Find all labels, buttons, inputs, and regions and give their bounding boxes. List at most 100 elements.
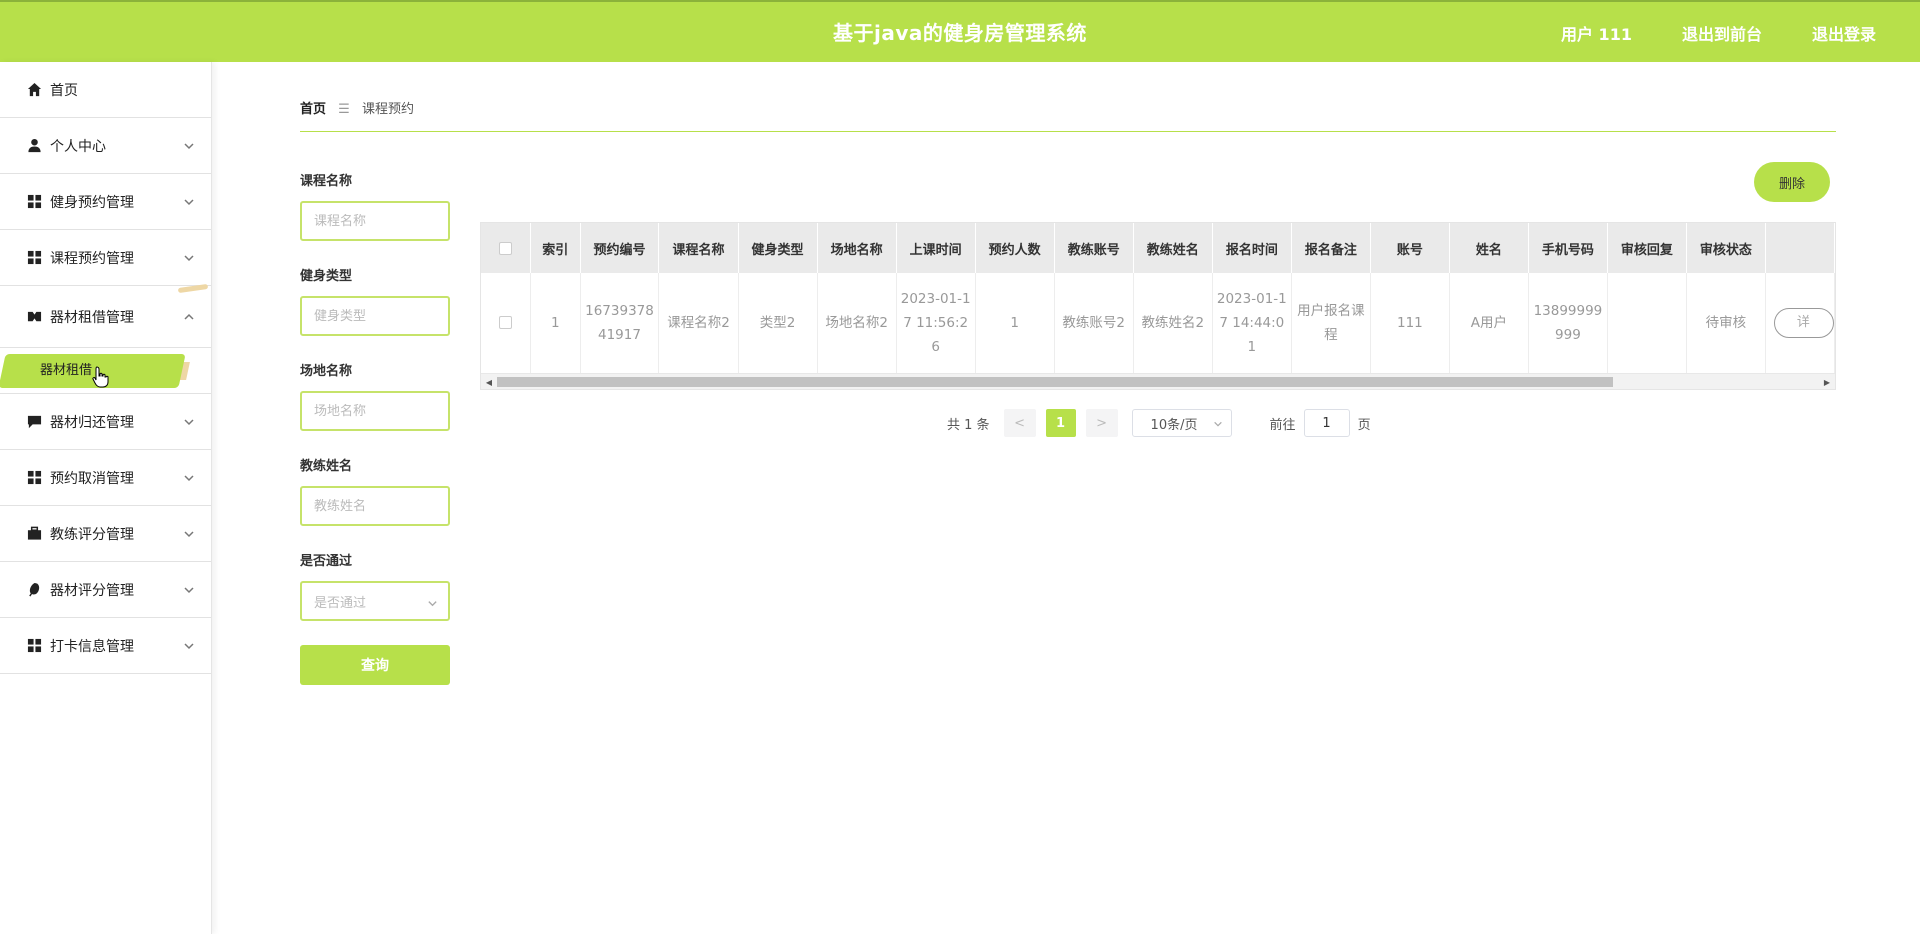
- cell-course-name: 课程名称2: [658, 273, 739, 374]
- sidebar-item-label: 器材归还管理: [50, 414, 134, 431]
- select-all-checkbox[interactable]: [499, 241, 513, 255]
- column-header: 课程名称: [658, 223, 739, 273]
- select-all-cell[interactable]: [481, 223, 532, 273]
- column-header: 场地名称: [817, 223, 897, 273]
- booking-table: 索引 预约编号 课程名称 健身类型 场地名称 上课时间 预约人数 教练账号 教练…: [481, 223, 1835, 374]
- coach-name-field[interactable]: [300, 486, 450, 526]
- grid-icon: [26, 250, 42, 266]
- sidebar-item-booking-cancel[interactable]: 预约取消管理: [0, 450, 211, 506]
- cell-review-status: 待审核: [1686, 273, 1766, 374]
- home-icon: [26, 82, 42, 98]
- breadcrumb-separator: ☰: [338, 102, 350, 117]
- column-header: 预约人数: [975, 223, 1055, 273]
- scrollbar-thumb[interactable]: [497, 377, 1613, 387]
- cell-venue: 场地名称2: [817, 273, 897, 374]
- column-header: 姓名: [1449, 223, 1529, 273]
- chevron-down-icon: [183, 584, 195, 596]
- user-icon: [26, 138, 42, 154]
- table-row: 1 1673937841917 课程名称2 类型2 场地名称2 2023-01-…: [481, 273, 1835, 374]
- query-button[interactable]: 查询: [300, 645, 450, 685]
- cell-class-time: 2023-01-17 11:56:26: [896, 273, 976, 374]
- cell-actions: 详: [1765, 273, 1835, 374]
- chat-icon: [26, 414, 42, 430]
- course-name-input[interactable]: [314, 213, 434, 229]
- page-number-button[interactable]: 1: [1045, 409, 1076, 437]
- column-header: 教练账号: [1054, 223, 1134, 273]
- venue-label: 场地名称: [300, 364, 353, 379]
- venue-field[interactable]: [300, 391, 450, 431]
- top-header: 基于java的健身房管理系统 用户 111 退出到前台 退出登录: [0, 0, 1920, 62]
- equipment-icon: [26, 309, 42, 325]
- goto-page-input[interactable]: [1303, 409, 1350, 437]
- coach-name-input[interactable]: [314, 498, 434, 514]
- grid-icon: [26, 470, 42, 486]
- passed-label: 是否通过: [300, 554, 353, 569]
- column-header: 报名备注: [1291, 223, 1371, 273]
- briefcase-icon: [26, 526, 42, 542]
- cell-account: 111: [1370, 273, 1450, 374]
- row-select-cell[interactable]: [481, 273, 532, 374]
- sidebar-item-label: 教练评分管理: [50, 526, 134, 543]
- row-checkbox[interactable]: [499, 316, 513, 330]
- page-size-select[interactable]: 10条/页: [1131, 409, 1232, 437]
- table-header-row: 索引 预约编号 课程名称 健身类型 场地名称 上课时间 预约人数 教练账号 教练…: [481, 223, 1835, 273]
- data-table: 索引 预约编号 课程名称 健身类型 场地名称 上课时间 预约人数 教练账号 教练…: [480, 222, 1836, 390]
- sidebar-item-profile[interactable]: 个人中心: [0, 118, 211, 174]
- chevron-down-icon: [183, 640, 195, 652]
- cell-review-reply: [1607, 273, 1687, 374]
- sidebar-item-course-booking[interactable]: 课程预约管理: [0, 230, 211, 286]
- prev-page-button[interactable]: <: [1003, 409, 1036, 437]
- horizontal-scrollbar[interactable]: ◀ ▶: [481, 373, 1835, 389]
- fitness-type-field[interactable]: [300, 296, 450, 336]
- scroll-left-icon[interactable]: ◀: [481, 374, 497, 389]
- sidebar-item-checkin[interactable]: 打卡信息管理: [0, 618, 211, 674]
- cell-name: A用户: [1449, 273, 1529, 374]
- scroll-right-icon[interactable]: ▶: [1819, 374, 1835, 389]
- sidebar-item-equipment-rating[interactable]: 器材评分管理: [0, 562, 211, 618]
- sidebar-item-label: 器材评分管理: [50, 582, 134, 599]
- submenu-item-label: 器材租借: [40, 363, 93, 378]
- next-page-button[interactable]: >: [1085, 409, 1118, 437]
- sidebar-item-equipment-return[interactable]: 器材归还管理: [0, 394, 211, 450]
- fitness-type-label: 健身类型: [300, 269, 353, 284]
- coach-name-label: 教练姓名: [300, 459, 353, 474]
- cell-booking-no: 1673937841917: [580, 273, 660, 374]
- cell-index: 1: [530, 273, 581, 374]
- cell-signup-note: 用户报名课程: [1291, 273, 1371, 374]
- column-header: 索引: [530, 223, 581, 273]
- logout-link[interactable]: 退出登录: [1812, 21, 1876, 45]
- breadcrumb-current: 课程预约: [361, 102, 414, 117]
- breadcrumb-home[interactable]: 首页: [300, 102, 326, 117]
- sidebar-item-home[interactable]: 首页: [0, 62, 211, 118]
- chevron-down-icon: [183, 196, 195, 208]
- venue-input[interactable]: [314, 403, 434, 419]
- cell-phone: 13899999999: [1528, 273, 1608, 374]
- column-header: 审核状态: [1686, 223, 1766, 273]
- sidebar-item-label: 预约取消管理: [50, 470, 134, 487]
- grid-icon: [26, 194, 42, 210]
- chevron-down-icon: [183, 416, 195, 428]
- pagination-total: 共 1 条: [947, 417, 990, 433]
- fitness-type-input[interactable]: [314, 308, 434, 324]
- delete-button[interactable]: 删除: [1754, 162, 1830, 202]
- front-link[interactable]: 退出到前台: [1682, 21, 1762, 45]
- sidebar-item-equipment-rental[interactable]: 器材租借管理: [0, 286, 211, 348]
- sidebar-item-label: 打卡信息管理: [50, 638, 134, 655]
- column-header: 手机号码: [1528, 223, 1608, 273]
- pagination: 共 1 条 < 1 > 10条/页 前往 页: [947, 408, 1371, 438]
- sidebar-item-coach-rating[interactable]: 教练评分管理: [0, 506, 211, 562]
- course-name-field[interactable]: [300, 201, 450, 241]
- cell-signup-time: 2023-01-17 14:44:01: [1212, 273, 1292, 374]
- column-header: 健身类型: [738, 223, 818, 273]
- sidebar: 首页 个人中心 健身预约管理 课程预约管理 器材租借管理 器材租借 器材归还管理…: [0, 62, 212, 934]
- breadcrumb: 首页 ☰ 课程预约: [300, 98, 1836, 132]
- column-header: 教练姓名: [1133, 223, 1213, 273]
- sidebar-item-fitness-booking[interactable]: 健身预约管理: [0, 174, 211, 230]
- detail-button[interactable]: 详: [1773, 307, 1834, 338]
- grid-icon: [26, 638, 42, 654]
- page-unit-label: 页: [1357, 417, 1371, 433]
- page-size-value: 10条/页: [1150, 417, 1198, 433]
- sidebar-item-label: 个人中心: [50, 138, 106, 155]
- passed-select[interactable]: 是否通过: [300, 581, 450, 621]
- chevron-down-icon: [183, 252, 195, 264]
